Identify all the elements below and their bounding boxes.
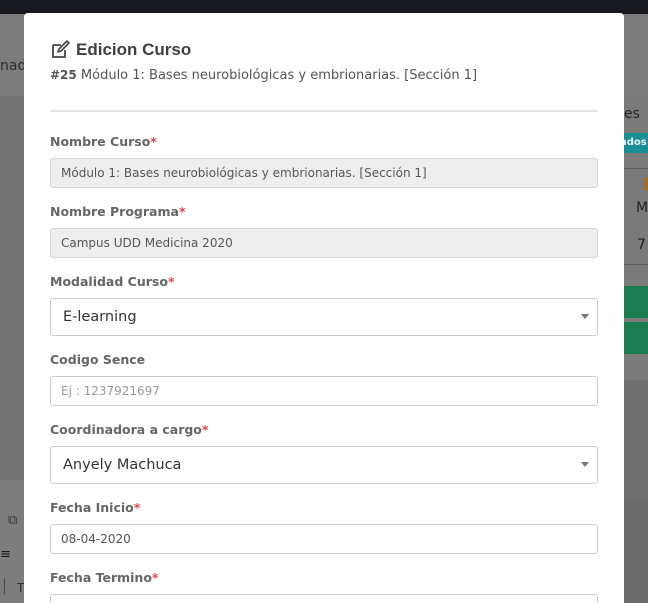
fecha-inicio-input[interactable]: 08-04-2020 <box>50 524 598 554</box>
modal-divider <box>50 110 598 112</box>
fecha-termino-input[interactable] <box>50 594 598 603</box>
modal-subtitle: #25 Módulo 1: Bases neurobiológicas y em… <box>50 66 598 85</box>
nombre-programa-field: Nombre Programa* Campus UDD Medicina 202… <box>50 204 598 258</box>
chevron-down-icon <box>581 314 589 319</box>
nombre-curso-label: Nombre Curso* <box>50 134 157 149</box>
modal-title: Edicion Curso <box>76 40 192 59</box>
modal-header: Edicion Curso #25 Módulo 1: Bases neurob… <box>50 39 598 85</box>
coordinadora-label: Coordinadora a cargo* <box>50 422 209 437</box>
background-right-lower <box>624 500 648 603</box>
codigo-sence-input[interactable]: Ej : 1237921697 <box>50 376 598 406</box>
edit-icon <box>52 40 70 58</box>
toolbar-separator <box>4 578 5 594</box>
fecha-inicio-field: Fecha Inicio* 08-04-2020 <box>50 500 598 554</box>
divider <box>624 168 648 169</box>
coordinadora-field: Coordinadora a cargo* Anyely Machuca <box>50 422 598 484</box>
coordinadora-value: Anyely Machuca <box>63 457 182 473</box>
status-badge: ados <box>624 133 648 153</box>
modalidad-curso-field: Modalidad Curso* E-learning <box>50 274 598 336</box>
course-subtitle-name: Módulo 1: Bases neurobiológicas y embrio… <box>80 68 478 83</box>
list-icon: ≡ <box>0 547 11 562</box>
nombre-programa-input[interactable]: Campus UDD Medicina 2020 <box>50 228 598 258</box>
modalidad-curso-value: E-learning <box>63 309 137 325</box>
divider <box>624 264 648 265</box>
nombre-programa-label: Nombre Programa* <box>50 204 186 219</box>
background-right-number: 7 <box>637 237 646 253</box>
coordinadora-select[interactable]: Anyely Machuca <box>50 446 598 484</box>
copy-icon: ⧉ <box>8 513 18 528</box>
codigo-sence-field: Codigo Sence Ej : 1237921697 <box>50 352 598 406</box>
fecha-inicio-label: Fecha Inicio* <box>50 500 141 515</box>
background-topbar <box>0 0 648 14</box>
nombre-curso-input[interactable]: Módulo 1: Bases neurobiológicas y embrio… <box>50 158 598 188</box>
background-right-m: M <box>636 200 648 216</box>
nombre-curso-field: Nombre Curso* Módulo 1: Bases neurobioló… <box>50 134 598 188</box>
status-marker <box>644 178 648 190</box>
modalidad-curso-select[interactable]: E-learning <box>50 298 598 336</box>
edit-course-modal: Edicion Curso #25 Módulo 1: Bases neurob… <box>24 13 624 603</box>
modal-title-row: Edicion Curso <box>50 39 598 61</box>
background-right-text: es <box>624 106 640 122</box>
background-green-button <box>624 322 648 354</box>
course-number: #25 <box>50 68 77 82</box>
background-green-button <box>624 286 648 318</box>
background-content <box>0 96 24 480</box>
modalidad-curso-label: Modalidad Curso* <box>50 274 175 289</box>
background-left-text: nad <box>0 58 27 74</box>
fecha-termino-label: Fecha Termino* <box>50 570 159 585</box>
fecha-termino-field: Fecha Termino* <box>50 570 598 603</box>
chevron-down-icon <box>581 462 589 467</box>
codigo-sence-label: Codigo Sence <box>50 352 146 367</box>
